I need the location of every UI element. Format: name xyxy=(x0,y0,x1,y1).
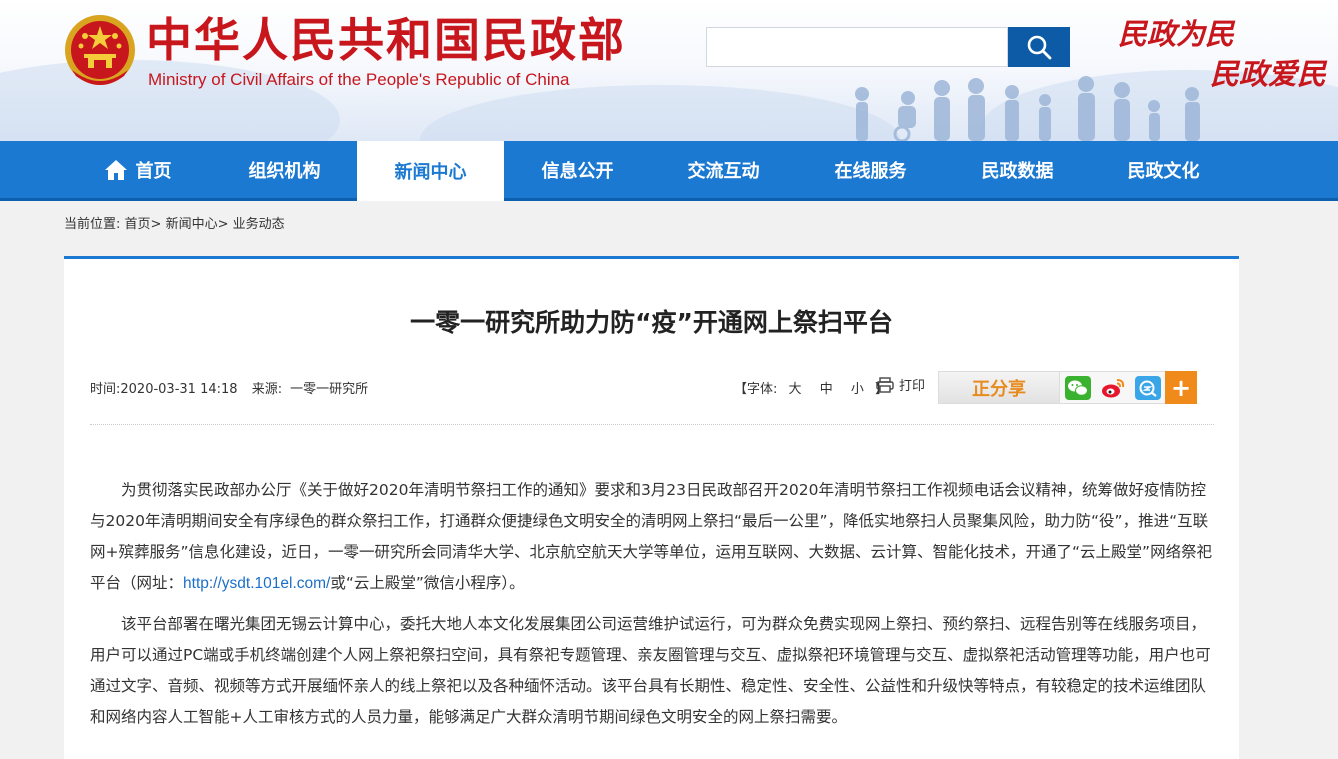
nav-item-interaction[interactable]: 交流互动 xyxy=(650,141,797,198)
article-paragraph: 该平台部署在曙光集团无锡云计算中心，委托大地人本文化发展集团公司运营维护试运行，… xyxy=(90,615,1211,726)
font-size-medium-button[interactable]: 中 xyxy=(820,382,833,397)
nav-item-label: 首页 xyxy=(135,160,172,182)
nav-item-civil-culture[interactable]: 民政文化 xyxy=(1090,141,1237,198)
article-paragraph: 为贯彻落实民政部办公厅《关于做好2020年清明节祭扫工作的通知》要求和3月23日… xyxy=(90,475,1214,599)
breadcrumb-item-home[interactable]: 首页 xyxy=(125,217,151,232)
printer-icon xyxy=(876,376,894,393)
nav-item-home[interactable]: 首页 xyxy=(64,141,211,198)
wechat-icon xyxy=(1064,375,1091,400)
meta-divider xyxy=(90,424,1214,425)
nav-item-online-service[interactable]: 在线服务 xyxy=(797,141,944,198)
article-body: 为贯彻落实民政部办公厅《关于做好2020年清明节祭扫工作的通知》要求和3月23日… xyxy=(90,475,1214,743)
font-size-large-button[interactable]: 大 xyxy=(789,382,802,397)
national-emblem-icon[interactable] xyxy=(64,12,136,88)
platform-url-link[interactable]: http://ysdt.101el.com/ xyxy=(183,575,330,592)
slogan-line-1: 民政为民 xyxy=(1118,17,1235,51)
nav-item-label: 民政数据 xyxy=(981,160,1054,182)
font-size-label: 【字体: xyxy=(734,382,778,397)
nav-item-label: 组织机构 xyxy=(248,160,321,182)
site-title: 中华人民共和国民政部 xyxy=(146,13,626,67)
article-title: 一零一研究所助力防“疫”开通网上祭扫平台 xyxy=(410,308,893,337)
print-button[interactable]: 打印 xyxy=(876,375,925,394)
search-button[interactable] xyxy=(1008,27,1070,67)
nav-item-organization[interactable]: 组织机构 xyxy=(211,141,358,198)
site-subtitle: Ministry of Civil Affairs of the People'… xyxy=(148,70,570,89)
breadcrumb-item-business-news[interactable]: 业务动态 xyxy=(233,217,285,232)
breadcrumb: 当前位置: 首页> 新闻中心> 业务动态 xyxy=(64,213,285,232)
nav-item-label: 新闻中心 xyxy=(394,162,467,183)
search-icon xyxy=(1027,35,1052,60)
nav-item-civil-data[interactable]: 民政数据 xyxy=(944,141,1091,198)
nav-item-label: 交流互动 xyxy=(687,160,760,182)
nav-item-label: 信息公开 xyxy=(541,160,614,182)
breadcrumb-separator: > xyxy=(217,217,229,232)
share-bar: 正分享 + xyxy=(938,371,1214,404)
article-meta: 时间:2020-03-31 14:18 来源: 一零一研究所 xyxy=(90,378,378,397)
qzone-icon xyxy=(1134,375,1161,400)
nav-item-info-disclosure[interactable]: 信息公开 xyxy=(504,141,651,198)
breadcrumb-prefix: 当前位置: xyxy=(64,217,121,232)
share-wechat-button[interactable] xyxy=(1060,371,1095,404)
publish-time: 2020-03-31 14:18 xyxy=(120,382,238,397)
nav-item-label: 在线服务 xyxy=(834,160,907,182)
people-silhouettes-decoration xyxy=(855,76,1200,141)
weibo-icon xyxy=(1101,378,1124,397)
font-size-control: 【字体: 大 中 小 】 xyxy=(734,378,888,397)
home-icon xyxy=(104,159,128,181)
article-source: 一零一研究所 xyxy=(290,382,369,397)
header-cloud-decoration xyxy=(420,85,900,141)
breadcrumb-item-news-center[interactable]: 新闻中心 xyxy=(166,217,218,232)
print-label: 打印 xyxy=(899,379,926,394)
breadcrumb-separator: > xyxy=(150,217,162,232)
article-panel: 一零一研究所助力防“疫”开通网上祭扫平台 时间:2020-03-31 14:18… xyxy=(64,256,1239,759)
share-more-button[interactable]: + xyxy=(1165,371,1197,404)
search-input[interactable] xyxy=(706,27,1008,67)
font-size-small-button[interactable]: 小 xyxy=(851,382,864,397)
share-weibo-button[interactable] xyxy=(1095,371,1130,404)
share-qzone-button[interactable] xyxy=(1130,371,1165,404)
main-nav: 首页 组织机构 新闻中心 信息公开 交流互动 在线服务 民政数据 民政文化 xyxy=(0,141,1338,201)
share-label: 正分享 xyxy=(938,371,1060,404)
site-header: 中华人民共和国民政部 Ministry of Civil Affairs of … xyxy=(0,0,1338,141)
paragraph-text: 或“云上殿堂”微信小程序）。 xyxy=(330,574,525,592)
source-label: 来源: xyxy=(251,382,283,397)
time-label: 时间: xyxy=(90,382,121,397)
nav-item-label: 民政文化 xyxy=(1127,160,1200,182)
nav-item-news-center[interactable]: 新闻中心 xyxy=(357,141,504,201)
